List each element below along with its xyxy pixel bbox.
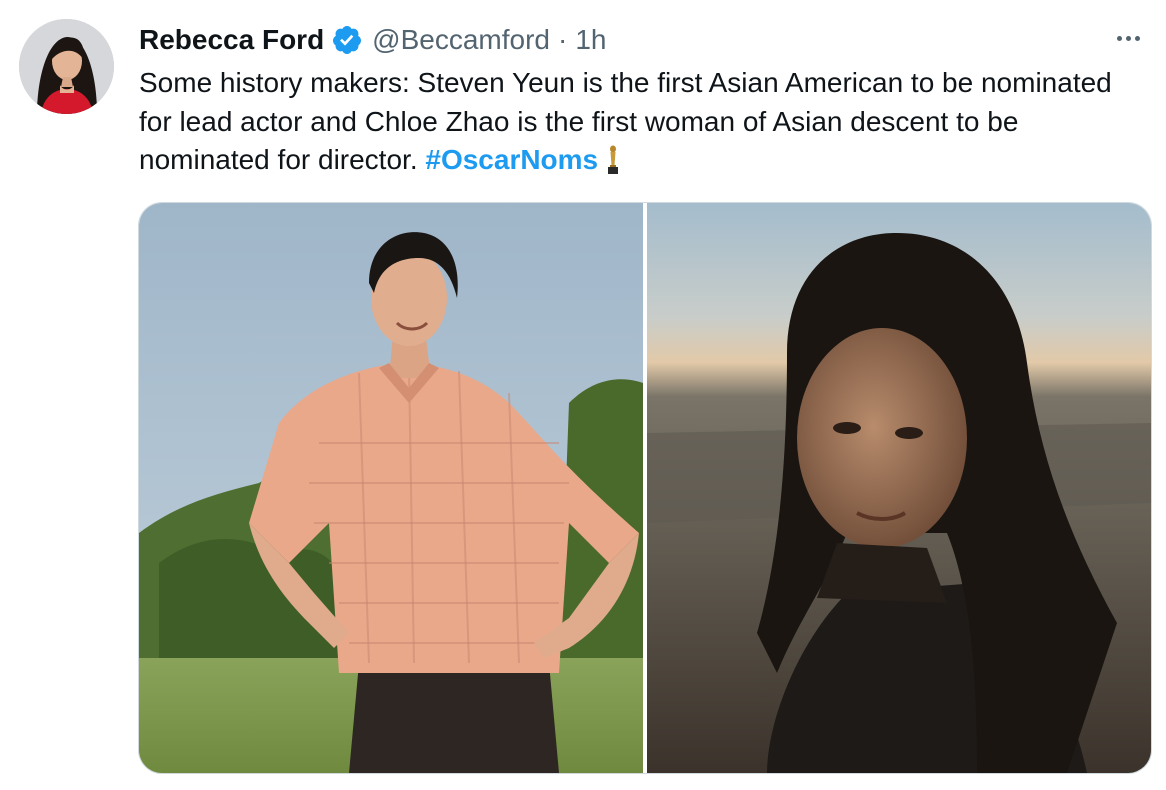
tweet-body: Some history makers: Steven Yeun is the … [139,67,1112,175]
avatar-photo [19,19,114,114]
photo-woman-at-dusk [647,203,1151,773]
media-photo-2[interactable] [647,203,1151,773]
tweet-text: Some history makers: Steven Yeun is the … [139,64,1139,186]
separator-dot: · [558,24,568,55]
author-display-name[interactable]: Rebecca Ford [139,24,324,56]
tweet-card[interactable]: Rebecca Ford @Beccamford · 1h Some histo… [0,0,1166,790]
tweet-timestamp[interactable]: 1h [575,24,606,56]
tweet-header: Rebecca Ford @Beccamford · 1h [139,22,606,58]
oscar-trophy-icon [606,145,620,186]
media-photo-1[interactable] [139,203,643,773]
author-handle[interactable]: @Beccamford [372,24,550,56]
author-avatar[interactable] [19,19,114,114]
more-horizontal-icon[interactable] [1110,28,1146,48]
media-grid [138,202,1152,774]
photo-man-in-field [139,203,643,773]
verified-badge-icon [331,24,363,56]
hashtag-link[interactable]: #OscarNoms [425,144,598,175]
